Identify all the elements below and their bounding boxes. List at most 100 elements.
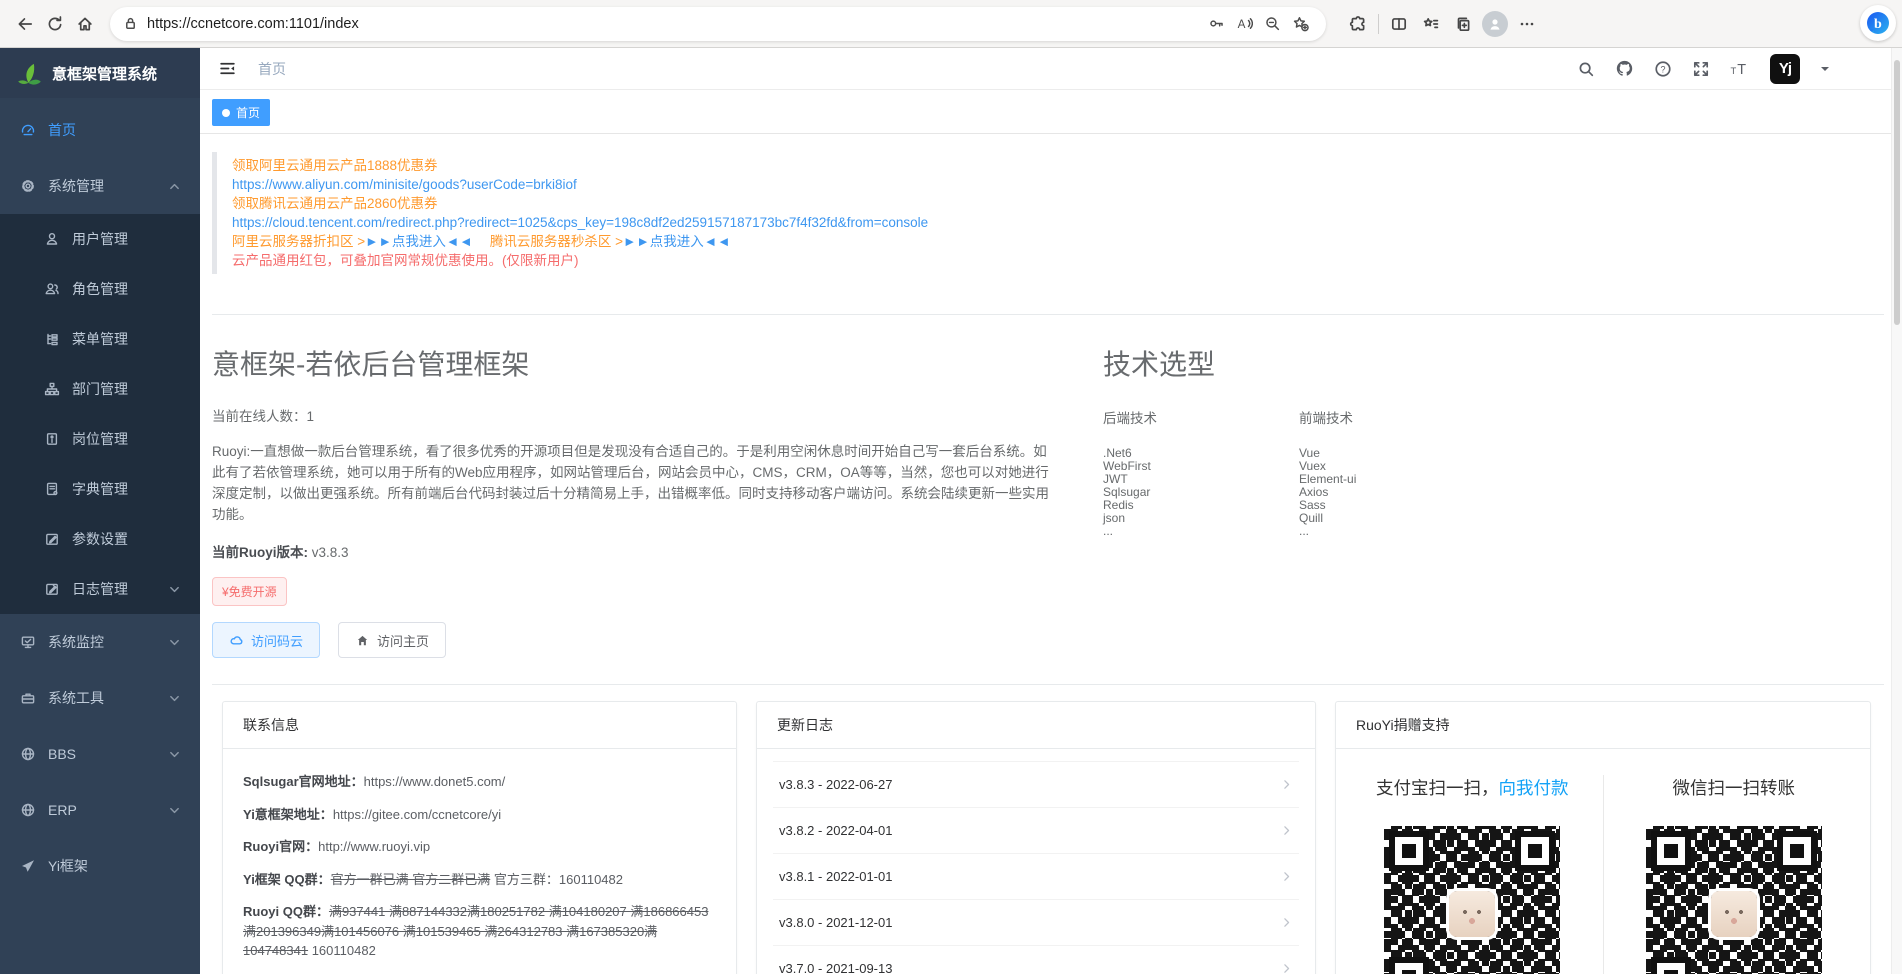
- tech-item: ...: [1299, 525, 1495, 538]
- tab-home[interactable]: 首页: [212, 99, 270, 126]
- sidebar-item-post-mgmt[interactable]: 岗位管理: [0, 414, 200, 464]
- search-icon[interactable]: [1577, 60, 1595, 78]
- visit-homepage-button[interactable]: 访问主页: [338, 622, 446, 658]
- tech-item: Redis: [1103, 499, 1299, 512]
- caret-down-icon[interactable]: [1820, 64, 1830, 74]
- aliyun-link[interactable]: https://www.aliyun.com/minisite/goods?us…: [232, 177, 577, 192]
- url-text: https://ccnetcore.com:1101/index: [147, 16, 1202, 32]
- gear-icon: [20, 178, 36, 194]
- address-bar[interactable]: https://ccnetcore.com:1101/index A: [110, 7, 1326, 41]
- password-key-button[interactable]: [1202, 10, 1230, 38]
- extensions-button[interactable]: [1342, 9, 1374, 39]
- tencent-enter-link[interactable]: ►►点我进入◄◄: [623, 234, 730, 249]
- sidebar-item-param-settings[interactable]: 参数设置: [0, 514, 200, 564]
- notice-line: 领取腾讯云通用云产品2860优惠券: [232, 194, 1884, 213]
- collections-button[interactable]: [1447, 9, 1479, 39]
- sidebar-item-home[interactable]: 首页: [0, 102, 200, 158]
- announcement-block: 领取阿里云通用云产品1888优惠券 https://www.aliyun.com…: [212, 152, 1884, 274]
- add-favorite-button[interactable]: [1286, 10, 1314, 38]
- browser-home-button[interactable]: [70, 9, 100, 39]
- contact-row: Ruoyi QQ群：满937441 满887144332满180251782 满…: [243, 902, 716, 961]
- chevron-right-icon: [1280, 916, 1293, 929]
- split-screen-icon: [1390, 15, 1408, 33]
- sidebar-item-log-mgmt[interactable]: 日志管理: [0, 564, 200, 614]
- changelog-item[interactable]: v3.8.3 - 2022-06-27: [773, 762, 1299, 808]
- copilot-button[interactable]: b: [1860, 5, 1896, 41]
- scrollbar-thumb[interactable]: [1894, 60, 1900, 325]
- zoom-out-button[interactable]: [1258, 10, 1286, 38]
- leaf-logo-icon: [16, 60, 42, 86]
- sidebar-item-yi-framework[interactable]: Yi框架: [0, 838, 200, 894]
- fullscreen-icon[interactable]: [1692, 60, 1710, 78]
- profile-button[interactable]: [1479, 9, 1511, 39]
- pay-me-link[interactable]: 向我付款: [1499, 778, 1569, 798]
- sidebar-item-tools[interactable]: 系统工具: [0, 670, 200, 726]
- sidebar-item-menu-mgmt[interactable]: 菜单管理: [0, 314, 200, 364]
- tech-section: 技术选型 后端技术 .Net6 WebFirst JWT Sqlsugar Re…: [1103, 335, 1495, 658]
- tencent-link[interactable]: https://cloud.tencent.com/redirect.php?r…: [232, 215, 928, 230]
- users-icon: [44, 281, 60, 297]
- sidebar-item-role-mgmt[interactable]: 角色管理: [0, 264, 200, 314]
- more-button[interactable]: [1511, 9, 1543, 39]
- section-divider: [212, 314, 1884, 315]
- chevron-right-icon: [1280, 778, 1293, 791]
- refresh-button[interactable]: [40, 9, 70, 39]
- sitemap-icon: [44, 381, 60, 397]
- sidebar-item-system[interactable]: 系统管理: [0, 158, 200, 214]
- breadcrumb[interactable]: 首页: [258, 59, 286, 79]
- aliyun-enter-link[interactable]: ►►点我进入◄◄: [365, 234, 472, 249]
- sidebar-item-erp[interactable]: ERP: [0, 782, 200, 838]
- password-key-icon: [1208, 15, 1225, 32]
- chevron-right-icon: [1280, 824, 1293, 837]
- changelog-item[interactable]: v3.8.1 - 2022-01-01: [773, 854, 1299, 900]
- github-icon[interactable]: [1615, 59, 1634, 78]
- back-icon: [16, 15, 34, 33]
- svg-text:T: T: [1731, 66, 1737, 77]
- sidebar-item-dict-mgmt[interactable]: 字典管理: [0, 464, 200, 514]
- edit-icon: [44, 531, 60, 547]
- globe-icon: [20, 746, 36, 762]
- hamburger-icon: [219, 60, 236, 77]
- sidebar-item-label: 岗位管理: [72, 429, 128, 449]
- user-avatar[interactable]: Yj: [1770, 54, 1800, 84]
- sidebar-item-label: BBS: [48, 746, 76, 762]
- notice-line: 阿里云服务器折扣区 >►►点我进入◄◄ 腾讯云服务器秒杀区 >►►点我进入◄◄: [232, 232, 1884, 251]
- sidebar-item-label: 字典管理: [72, 479, 128, 499]
- favorites-button[interactable]: [1415, 9, 1447, 39]
- wechat-qr-code: [1646, 826, 1822, 974]
- zoom-out-icon: [1264, 15, 1281, 32]
- page-content: 领取阿里云通用云产品1888优惠券 https://www.aliyun.com…: [200, 134, 1902, 974]
- read-aloud-button[interactable]: A: [1230, 10, 1258, 38]
- home-icon: [76, 15, 94, 33]
- browser-scrollbar[interactable]: [1891, 48, 1902, 974]
- font-size-icon[interactable]: TT: [1730, 60, 1750, 78]
- changelog-item[interactable]: v3.7.0 - 2021-09-13: [773, 946, 1299, 974]
- sidebar-toggle-button[interactable]: [210, 52, 244, 86]
- changelog-item[interactable]: v3.8.2 - 2022-04-01: [773, 808, 1299, 854]
- svg-text:b: b: [1874, 17, 1882, 32]
- log-icon: [44, 581, 60, 597]
- chevron-down-icon: [169, 584, 180, 595]
- monitor-icon: [20, 634, 36, 650]
- tech-item: ...: [1103, 525, 1299, 538]
- sidebar-item-bbs[interactable]: BBS: [0, 726, 200, 782]
- more-icon: [1519, 16, 1535, 32]
- notice-line: 领取阿里云通用云产品1888优惠券: [232, 156, 1884, 175]
- help-icon[interactable]: ?: [1654, 60, 1672, 78]
- paper-plane-icon: [20, 858, 36, 874]
- frontend-tech-list: 前端技术 Vue Vuex Element-ui Axios Sass Quil…: [1299, 407, 1495, 538]
- lock-icon[interactable]: [122, 15, 139, 32]
- sidebar-item-dept-mgmt[interactable]: 部门管理: [0, 364, 200, 414]
- changelog-item[interactable]: v3.8.0 - 2021-12-01: [773, 900, 1299, 946]
- tech-title: 技术选型: [1103, 343, 1495, 383]
- sidebar-item-label: ERP: [48, 802, 77, 818]
- sidebar-item-monitor[interactable]: 系统监控: [0, 614, 200, 670]
- split-screen-button[interactable]: [1383, 9, 1415, 39]
- notice-line: https://www.aliyun.com/minisite/goods?us…: [232, 175, 1884, 194]
- tech-item: Element-ui: [1299, 473, 1495, 486]
- chevron-down-icon: [169, 693, 180, 704]
- back-button[interactable]: [10, 9, 40, 39]
- svg-text:?: ?: [1661, 64, 1666, 74]
- sidebar-item-user-mgmt[interactable]: 用户管理: [0, 214, 200, 264]
- visit-gitee-button[interactable]: 访问码云: [212, 622, 320, 658]
